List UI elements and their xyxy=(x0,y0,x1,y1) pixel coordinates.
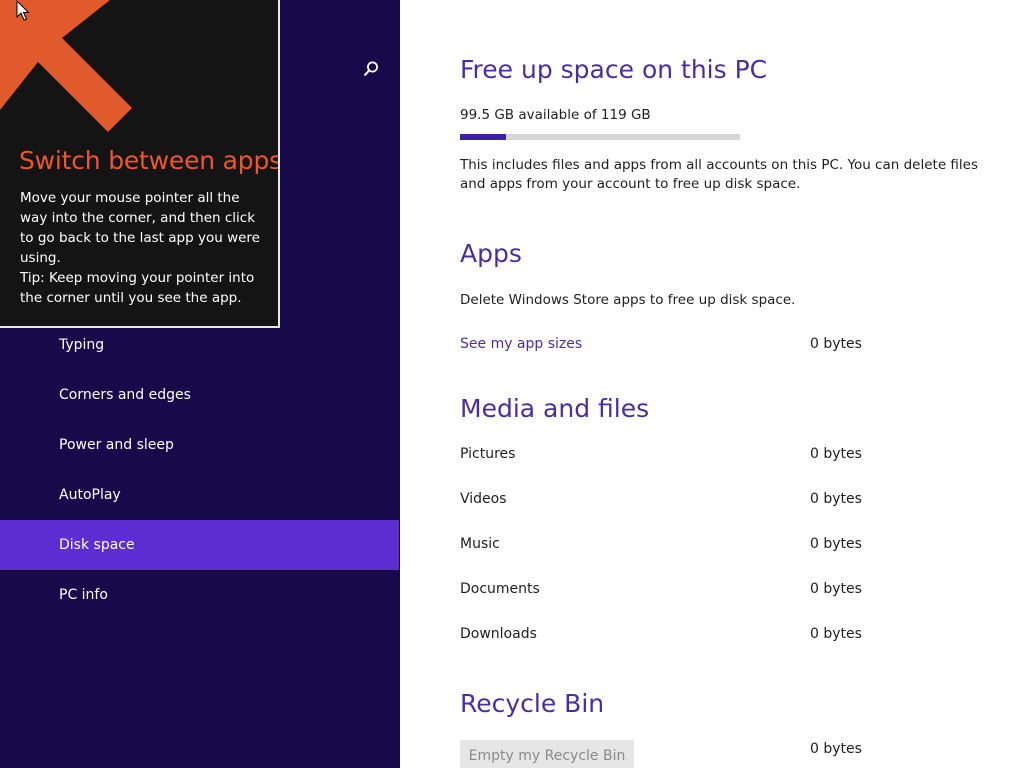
apps-heading: Apps xyxy=(460,239,522,268)
nav-item-label: Corners and edges xyxy=(59,387,191,403)
storage-progress-fill xyxy=(460,134,506,140)
tip-title: Switch between apps xyxy=(19,146,280,175)
nav-item-pc-info[interactable]: PC info xyxy=(0,570,399,620)
tip-body: Move your mouse pointer all the way into… xyxy=(20,188,268,308)
apps-size: 0 bytes xyxy=(810,336,862,352)
nav-item-power-and-sleep[interactable]: Power and sleep xyxy=(0,420,399,470)
empty-recycle-bin-button[interactable]: Empty my Recycle Bin xyxy=(460,740,634,768)
mouse-cursor-icon xyxy=(16,0,30,21)
tip-flyout: Switch between apps Move your mouse poin… xyxy=(0,0,280,328)
media-row-size: 0 bytes xyxy=(810,446,862,462)
storage-progress-bar xyxy=(460,134,740,140)
tip-hint: Tip: Keep moving your pointer into the c… xyxy=(20,270,255,306)
nav-item-corners-and-edges[interactable]: Corners and edges xyxy=(0,370,399,420)
media-and-files-heading: Media and files xyxy=(460,394,650,423)
media-row-size: 0 bytes xyxy=(810,626,862,642)
media-row-pictures: Pictures 0 bytes xyxy=(460,446,880,466)
nav-item-label: Power and sleep xyxy=(59,437,174,453)
storage-summary: 99.5 GB available of 119 GB xyxy=(460,107,651,123)
page-title: Free up space on this PC xyxy=(460,55,768,84)
tip-instruction: Move your mouse pointer all the way into… xyxy=(20,190,260,266)
search-icon[interactable] xyxy=(362,60,380,78)
media-row-size: 0 bytes xyxy=(810,581,862,597)
media-row-music: Music 0 bytes xyxy=(460,536,880,556)
nav-item-autoplay[interactable]: AutoPlay xyxy=(0,470,399,520)
media-row-videos: Videos 0 bytes xyxy=(460,491,880,511)
nav-item-label: AutoPlay xyxy=(59,487,121,503)
media-row-label: Videos xyxy=(460,491,507,507)
media-row-label: Downloads xyxy=(460,626,537,642)
nav-item-disk-space[interactable]: Disk space xyxy=(0,520,399,570)
storage-description: This includes files and apps from all ac… xyxy=(460,157,979,192)
media-row-downloads: Downloads 0 bytes xyxy=(460,626,880,646)
disk-space-content: Free up space on this PC 99.5 GB availab… xyxy=(400,0,1024,768)
nav-item-label: Disk space xyxy=(59,537,135,553)
media-row-label: Music xyxy=(460,536,500,552)
media-row-size: 0 bytes xyxy=(810,536,862,552)
see-my-app-sizes-link[interactable]: See my app sizes xyxy=(460,336,582,352)
media-row-documents: Documents 0 bytes xyxy=(460,581,880,601)
nav-item-label: PC info xyxy=(59,587,108,603)
media-row-label: Documents xyxy=(460,581,540,597)
media-row-label: Pictures xyxy=(460,446,516,462)
recycle-bin-heading: Recycle Bin xyxy=(460,689,605,718)
apps-description: Delete Windows Store apps to free up dis… xyxy=(460,292,796,308)
recycle-bin-size: 0 bytes xyxy=(810,741,862,757)
media-row-size: 0 bytes xyxy=(810,491,862,507)
apps-row: See my app sizes 0 bytes xyxy=(460,336,880,356)
